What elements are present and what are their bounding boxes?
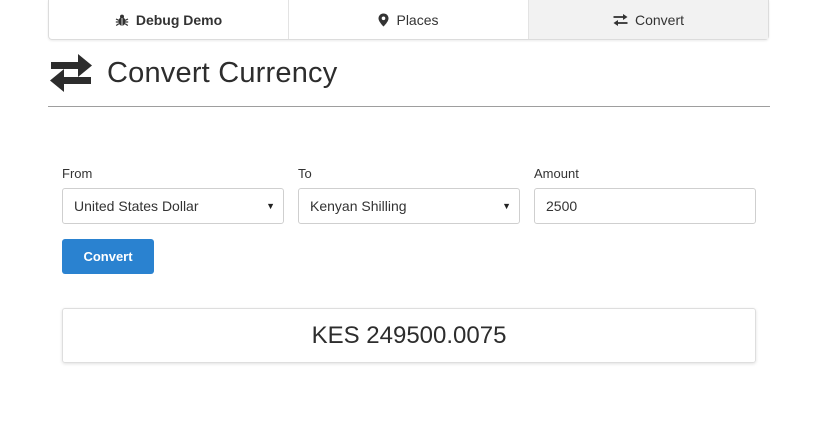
tab-debug-demo[interactable]: Debug Demo [49, 0, 289, 39]
convert-button[interactable]: Convert [62, 239, 154, 274]
tab-convert[interactable]: Convert [529, 0, 768, 39]
to-select-value: Kenyan Shilling [310, 198, 407, 214]
conversion-result: KES 249500.0075 [62, 308, 756, 363]
result-text: KES 249500.0075 [311, 321, 507, 349]
tab-convert-label: Convert [634, 11, 685, 28]
from-select-value: United States Dollar [74, 198, 199, 214]
heading-divider [48, 106, 770, 107]
from-label: From [62, 166, 93, 181]
exchange-icon [613, 13, 628, 26]
amount-input-value: 2500 [546, 198, 578, 214]
from-field: From United States Dollar ▼ [62, 166, 284, 224]
tab-debug-demo-label: Debug Demo [135, 11, 223, 28]
amount-label: Amount [534, 166, 579, 181]
to-select[interactable]: Kenyan Shilling ▼ [298, 188, 520, 224]
page-heading: Convert Currency [48, 53, 337, 93]
amount-input[interactable]: 2500 [534, 188, 756, 224]
tab-places[interactable]: Places [289, 0, 529, 39]
to-label: To [298, 166, 312, 181]
map-marker-icon [378, 13, 389, 27]
amount-field: Amount 2500 [534, 166, 756, 224]
chevron-down-icon: ▼ [266, 201, 275, 211]
from-select[interactable]: United States Dollar ▼ [62, 188, 284, 224]
exchange-icon [48, 53, 94, 93]
page: Debug Demo Places Convert Convert Curren… [0, 0, 814, 425]
page-title: Convert Currency [107, 56, 338, 89]
chevron-down-icon: ▼ [502, 201, 511, 211]
tab-places-label: Places [396, 11, 439, 28]
to-field: To Kenyan Shilling ▼ [298, 166, 520, 224]
nav-tabs: Debug Demo Places Convert [48, 0, 769, 40]
bug-icon [115, 13, 129, 27]
